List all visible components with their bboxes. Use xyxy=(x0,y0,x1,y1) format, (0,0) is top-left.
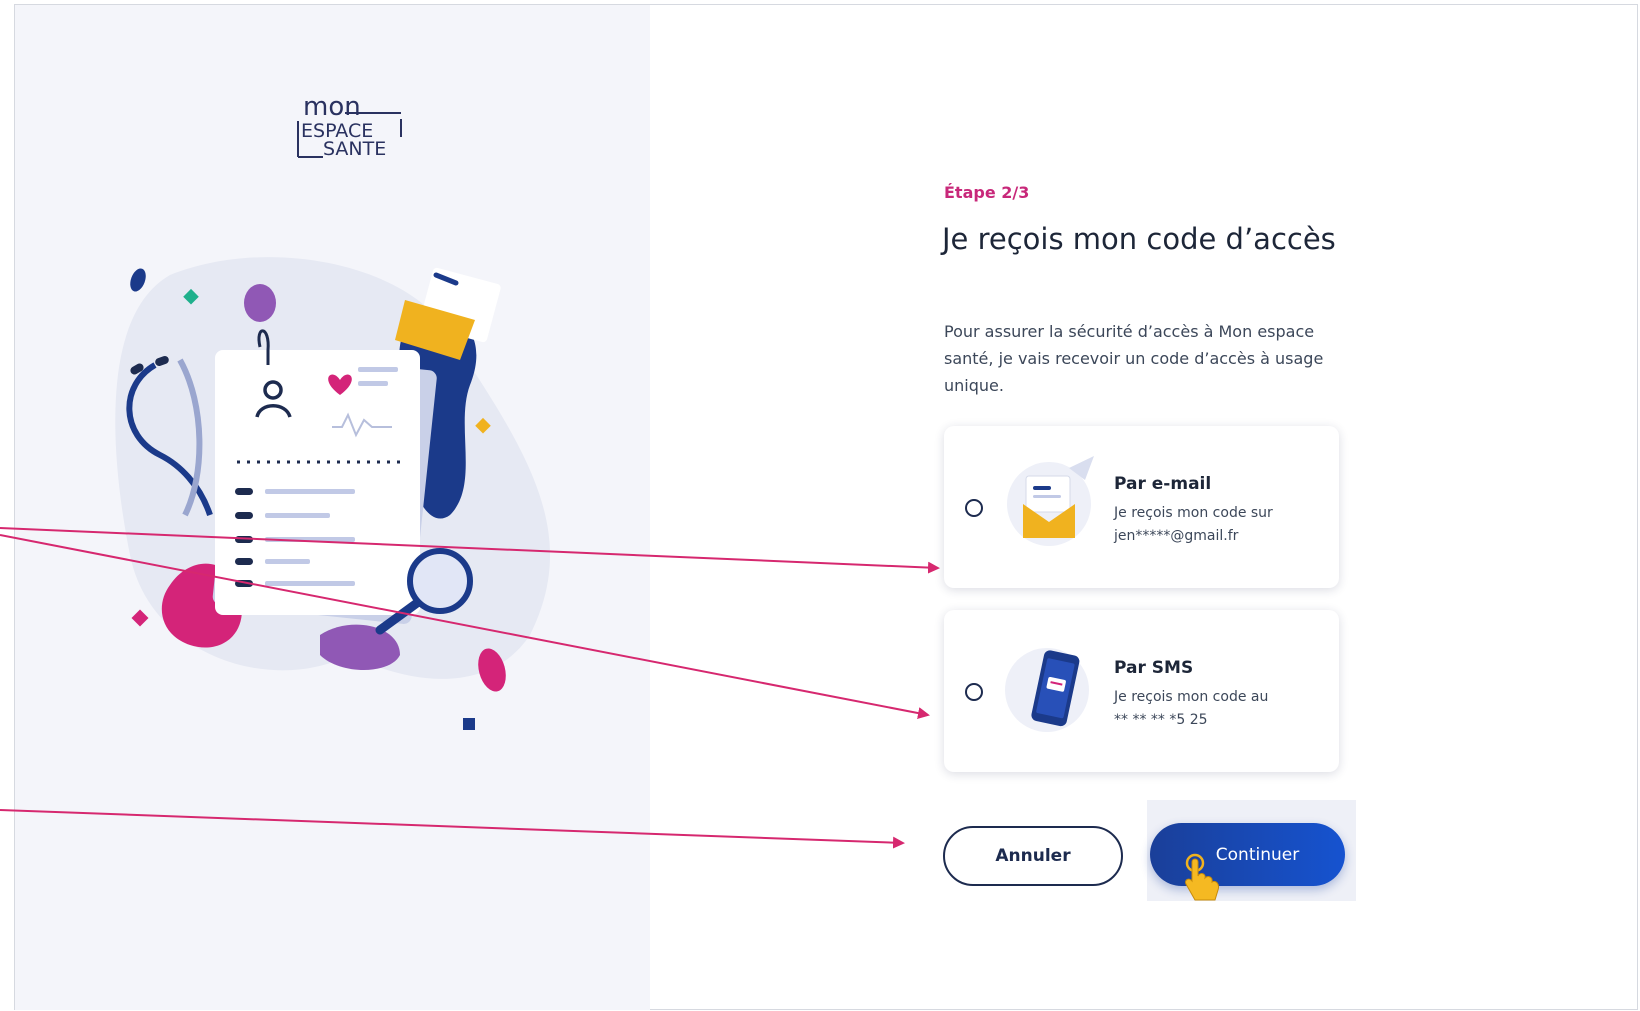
medical-record-illustration xyxy=(115,257,551,730)
email-option-title: Par e-mail xyxy=(1114,474,1212,494)
svg-text:mon: mon xyxy=(303,92,361,122)
masked-email: jen*****@gmail.fr xyxy=(1114,528,1239,544)
email-radio[interactable] xyxy=(965,499,983,517)
sms-option-desc-line: Je reçois mon code au xyxy=(1114,689,1269,705)
svg-text:SANTE: SANTE xyxy=(323,138,386,160)
page-title: Je reçois mon code d’accès xyxy=(942,222,1336,256)
illustration-panel: mon ESPACE SANTE xyxy=(15,5,650,1010)
option-card-email[interactable]: Par e-mail Je reçois mon code sur jen***… xyxy=(944,426,1339,588)
cancel-button[interactable]: Annuler xyxy=(943,826,1123,886)
smartphone-icon xyxy=(1005,648,1089,732)
sms-option-description: Je reçois mon code au ** ** ** *5 25 xyxy=(1114,686,1324,732)
envelope-icon xyxy=(1007,456,1094,546)
email-option-description: Je reçois mon code sur jen*****@gmail.fr xyxy=(1114,502,1324,548)
email-option-desc-line: Je reçois mon code sur xyxy=(1114,505,1273,521)
sms-option-title: Par SMS xyxy=(1114,658,1194,678)
continue-label: Continuer xyxy=(1215,844,1300,865)
step-indicator: Étape 2/3 xyxy=(944,183,1030,202)
sms-radio[interactable] xyxy=(965,683,983,701)
hand-pointer-icon xyxy=(1185,853,1219,901)
mon-espace-sante-logo: mon ESPACE SANTE xyxy=(297,92,402,160)
continue-button[interactable]: Continuer xyxy=(1150,823,1345,886)
masked-phone: ** ** ** *5 25 xyxy=(1114,712,1208,728)
security-description: Pour assurer la sécurité d’accès à Mon e… xyxy=(944,322,1324,395)
option-card-sms[interactable]: Par SMS Je reçois mon code au ** ** ** *… xyxy=(944,610,1339,772)
